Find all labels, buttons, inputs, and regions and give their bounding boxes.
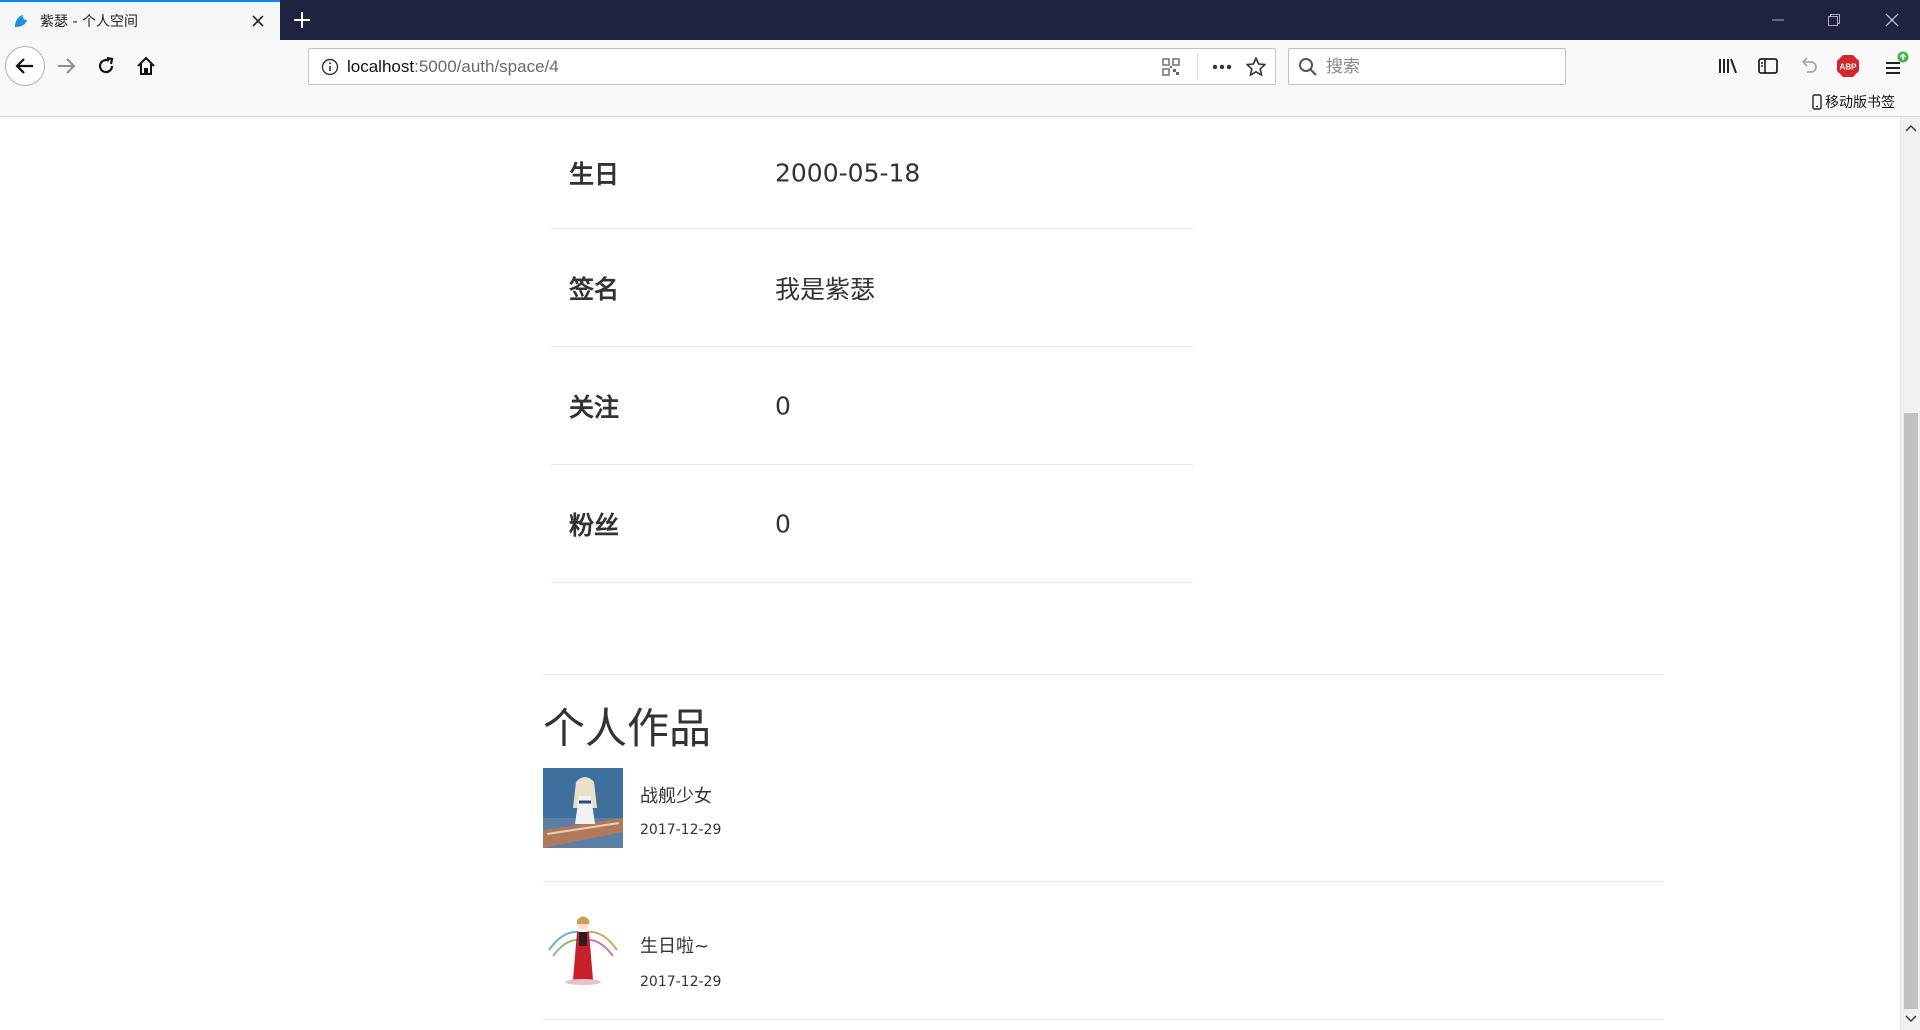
profile-row-following: 关注 0	[551, 347, 1193, 465]
site-info-icon[interactable]	[321, 58, 339, 76]
section-divider	[543, 674, 1663, 675]
mobile-device-icon	[1812, 94, 1822, 110]
scroll-up-arrow-icon[interactable]	[1901, 119, 1920, 137]
qr-code-icon[interactable]	[1161, 57, 1181, 77]
browser-titlebar: 紫瑟 - 个人空间	[0, 0, 1920, 40]
search-icon	[1298, 57, 1318, 77]
profile-row-signature: 签名 我是紫瑟	[551, 229, 1193, 347]
bookmark-star-icon[interactable]	[1245, 56, 1267, 78]
work-thumbnail[interactable]	[543, 768, 623, 848]
birthday-label: 生日	[569, 159, 620, 189]
sidebar-toggle-icon[interactable]	[1754, 52, 1782, 80]
work-title[interactable]: 生日啦~	[640, 932, 709, 958]
search-input[interactable]	[1326, 56, 1546, 77]
followers-count: 0	[775, 509, 791, 538]
restore-button[interactable]	[1806, 0, 1862, 40]
tab-title: 紫瑟 - 个人空间	[40, 14, 138, 30]
back-button[interactable]	[5, 46, 45, 86]
mobile-bookmarks-label: 移动版书签	[1825, 95, 1895, 111]
search-bar[interactable]	[1288, 48, 1566, 85]
active-tab[interactable]: 紫瑟 - 个人空间	[0, 0, 280, 40]
url-text[interactable]: localhost:5000/auth/space/4	[347, 57, 559, 77]
new-tab-button[interactable]	[288, 6, 316, 34]
forward-button[interactable]	[52, 52, 80, 80]
site-favicon-icon	[12, 12, 30, 30]
home-icon[interactable]	[132, 52, 160, 80]
work-item[interactable]: 战舰少女 2017-12-29	[543, 756, 1663, 882]
signature-value: 我是紫瑟	[775, 274, 876, 304]
urlbar-divider	[1197, 53, 1198, 80]
adblock-plus-icon[interactable]: ABP	[1834, 52, 1862, 80]
profile-row-birthday: 生日 2000-05-18	[551, 117, 1193, 229]
page-content: 生日 2000-05-18 签名 我是紫瑟 关注 0 粉丝 0 个人作品 战舰少…	[0, 117, 1900, 1030]
works-heading: 个人作品	[543, 704, 712, 753]
reload-icon[interactable]	[92, 52, 120, 80]
profile-row-followers: 粉丝 0	[551, 465, 1193, 583]
work-thumbnail[interactable]	[543, 910, 623, 990]
mobile-bookmarks-folder[interactable]: 移动版书签	[1812, 92, 1895, 112]
page-actions-icon[interactable]	[1211, 57, 1233, 77]
close-tab-icon[interactable]	[248, 11, 268, 31]
menu-hamburger-icon[interactable]	[1880, 50, 1912, 82]
personal-works-section: 个人作品 战舰少女 2017-12-29 生日啦~ 2017-12-29	[543, 674, 1663, 1020]
profile-info-table: 生日 2000-05-18 签名 我是紫瑟 关注 0 粉丝 0	[551, 117, 1193, 583]
scroll-down-arrow-icon[interactable]	[1901, 1010, 1920, 1028]
scrollbar-thumb[interactable]	[1904, 413, 1918, 1009]
following-label: 关注	[569, 392, 620, 422]
followers-label: 粉丝	[569, 510, 620, 540]
following-count: 0	[775, 391, 791, 420]
work-date: 2017-12-29	[640, 822, 722, 838]
birthday-value: 2000-05-18	[775, 158, 921, 187]
signature-label: 签名	[569, 274, 620, 304]
url-bar[interactable]: localhost:5000/auth/space/4	[308, 48, 1276, 85]
undo-close-tab-icon[interactable]	[1794, 52, 1822, 80]
minimize-button[interactable]	[1750, 0, 1806, 40]
work-item[interactable]: 生日啦~ 2017-12-29	[543, 882, 1663, 1020]
url-path: :5000/auth/space/4	[414, 56, 559, 76]
work-title[interactable]: 战舰少女	[640, 782, 712, 808]
library-icon[interactable]	[1714, 52, 1742, 80]
url-host: localhost	[347, 56, 415, 76]
vertical-scrollbar[interactable]	[1900, 117, 1920, 1030]
work-date: 2017-12-29	[640, 974, 722, 990]
navigation-toolbar: localhost:5000/auth/space/4 ABP	[0, 40, 1920, 117]
close-window-button[interactable]	[1864, 0, 1920, 40]
adblock-badge-text: ABP	[1840, 63, 1858, 72]
